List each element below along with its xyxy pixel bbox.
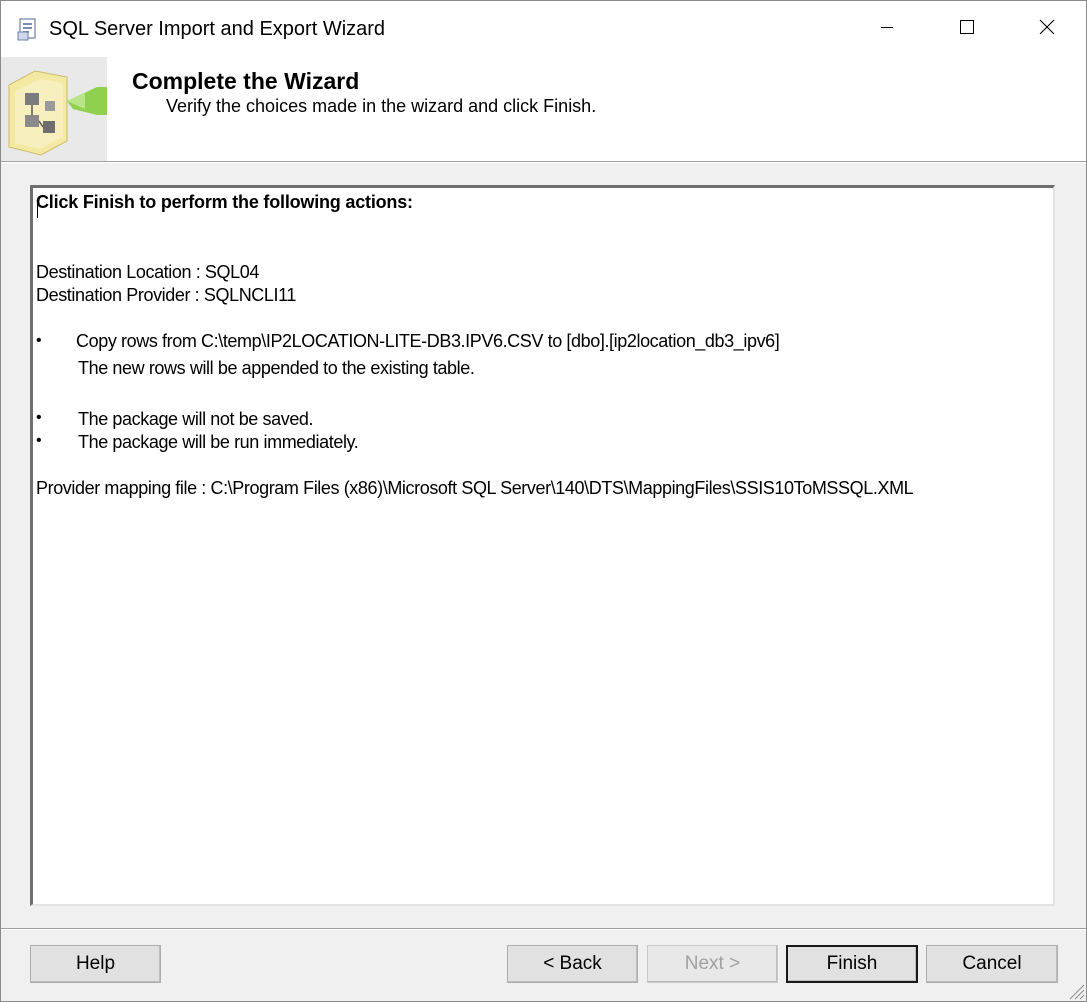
- destination-provider: Destination Provider : SQLNCLI11: [36, 285, 296, 305]
- wizard-body: Click Finish to perform the following ac…: [1, 163, 1086, 928]
- copy-note: The new rows will be appended to the exi…: [78, 358, 475, 378]
- maximize-button[interactable]: [927, 1, 1007, 57]
- bullet-icon: •: [36, 409, 42, 426]
- wizard-header: Complete the Wizard Verify the choices m…: [1, 57, 1086, 161]
- window-title: SQL Server Import and Export Wizard: [49, 18, 386, 40]
- next-button: Next >: [647, 945, 778, 983]
- summary-heading: Click Finish to perform the following ac…: [36, 192, 413, 212]
- package-run-status: The package will be run immediately.: [78, 432, 359, 452]
- help-button[interactable]: Help: [30, 945, 161, 983]
- minimize-icon: [880, 20, 894, 39]
- copy-action: Copy rows from C:\temp\IP2LOCATION-LITE-…: [76, 331, 780, 351]
- bullet-icon: •: [36, 332, 42, 349]
- mapping-file: Provider mapping file : C:\Program Files…: [36, 478, 914, 498]
- wizard-window: SQL Server Import and Export Wizard Comp…: [0, 0, 1087, 1002]
- page-subtitle: Verify the choices made in the wizard an…: [166, 96, 597, 116]
- page-title: Complete the Wizard: [132, 68, 360, 94]
- wizard-app-icon: [17, 17, 39, 41]
- wizard-folder-arrow-art: [1, 57, 107, 161]
- minimize-button[interactable]: [847, 1, 927, 57]
- title-bar[interactable]: SQL Server Import and Export Wizard: [1, 1, 1086, 57]
- maximize-icon: [959, 19, 975, 40]
- package-save-status: The package will not be saved.: [78, 409, 314, 429]
- wizard-footer: Help < Back Next > Finish Cancel: [1, 930, 1086, 1001]
- back-button[interactable]: < Back: [507, 945, 638, 983]
- bullet-icon: •: [36, 432, 42, 449]
- cancel-button[interactable]: Cancel: [926, 945, 1058, 983]
- destination-location: Destination Location : SQL04: [36, 262, 259, 282]
- close-icon: [1039, 19, 1055, 40]
- summary-text-box[interactable]: Click Finish to perform the following ac…: [30, 185, 1055, 906]
- resize-grip-icon[interactable]: [1065, 980, 1085, 1000]
- finish-button[interactable]: Finish: [786, 945, 918, 983]
- close-button[interactable]: [1007, 1, 1086, 57]
